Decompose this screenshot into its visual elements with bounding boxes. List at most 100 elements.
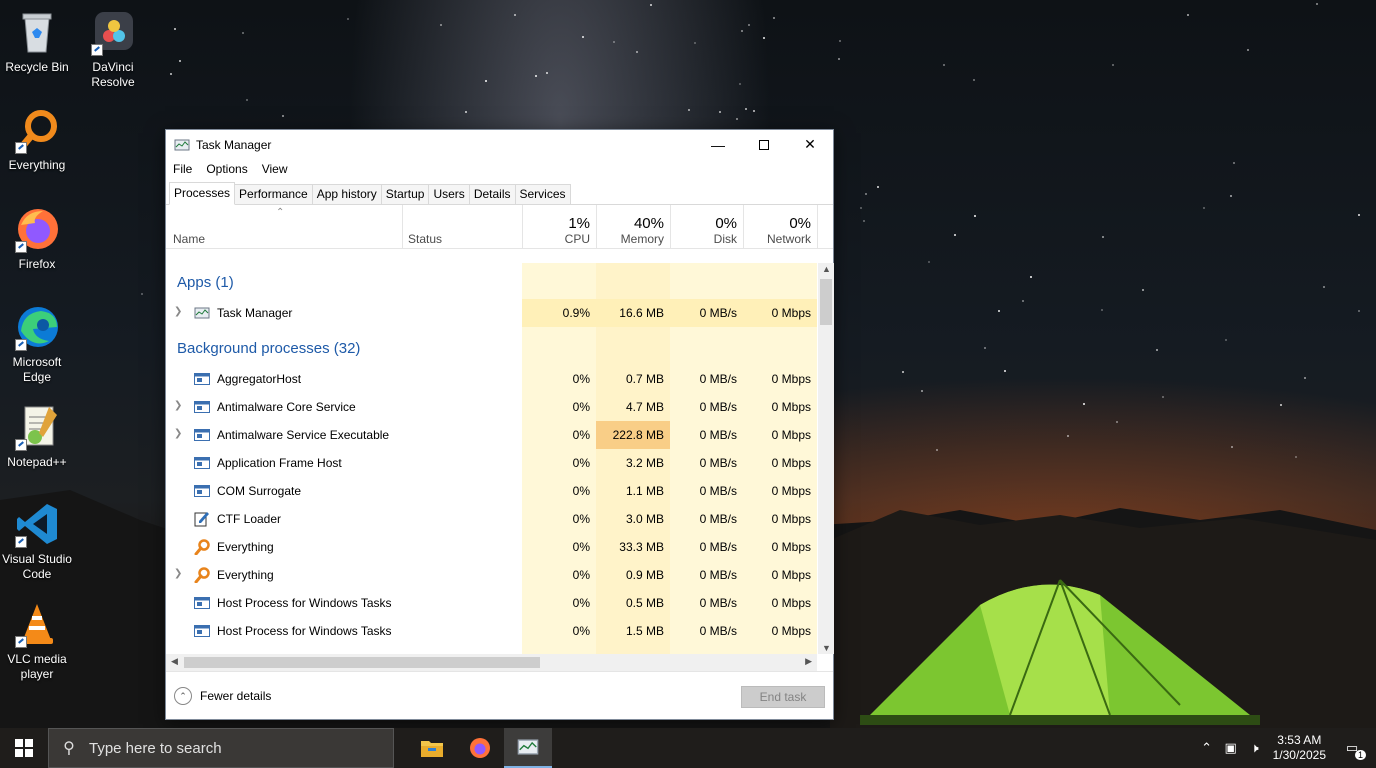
desktop-icon-notepad-plus-plus[interactable]: Notepad++ [0,403,74,470]
horizontal-scrollbar[interactable]: ◀ ▶ [166,654,817,671]
close-button[interactable]: ✕ [787,130,833,159]
process-row[interactable]: CTF Loader 0% 3.0 MB 0 MB/s 0 Mbps [166,505,817,533]
start-button[interactable] [0,728,48,768]
process-network-value: 0 Mbps [771,624,811,638]
tab-services[interactable]: Services [514,184,571,204]
tab-details[interactable]: Details [468,184,516,204]
process-row[interactable]: ❯ Antimalware Service Executable 0% 222.8 M… [166,421,817,449]
process-row[interactable]: Application Frame Host 0% 3.2 MB 0 MB/s 0 Mb… [166,449,817,477]
star-dot [860,207,863,210]
desktop-icon-label: Firefox [18,257,56,271]
taskbar-firefox[interactable] [456,728,504,768]
star-dot [1102,236,1105,239]
process-cpu-value: 0% [572,456,590,470]
search-placeholder: Type here to search [89,739,222,757]
star-dot [736,117,739,120]
process-row[interactable]: ❯ Task Manager 0.9% 16.6 MB 0 MB/s 0 Mbps [166,299,817,327]
ctf-icon [194,511,210,527]
process-row[interactable]: ❯ Everything 0% 0.9 MB 0 MB/s 0 Mbps [166,561,817,589]
maximize-icon [759,139,769,150]
network-icon[interactable]: ▣ [1219,740,1243,756]
column-divider[interactable] [817,205,818,249]
column-network[interactable]: Network [746,232,811,246]
star-dot [485,80,488,83]
column-memory[interactable]: Memory [600,232,664,246]
column-disk[interactable]: Disk [674,232,737,246]
column-cpu[interactable]: CPU [526,232,590,246]
desktop-icon-davinci-resolve[interactable]: DaVinci Resolve [76,8,150,90]
expand-chevron-icon[interactable]: ❯ [174,568,182,579]
menu-options[interactable]: Options [206,162,247,176]
desktop-icon-microsoft-edge[interactable]: Microsoft Edge [0,303,74,385]
process-row[interactable]: ❯ Antimalware Core Service 0% 4.7 MB 0 MB/s 0… [166,393,817,421]
group-background-header: Background processes (32) [177,340,361,357]
column-name[interactable]: Name [173,232,205,246]
process-row[interactable]: Host Process for Windows Tasks 0% 0.5 MB 0 … [166,589,817,617]
process-list: Apps (1) ❯ Task Manager 0.9% 16.6 MB 0 MB/s 0 … [166,263,817,654]
process-network-value: 0 Mbps [771,540,811,554]
expand-chevron-icon[interactable]: ❯ [174,428,182,439]
tab-startup[interactable]: Startup [380,184,430,204]
star-dot [753,110,756,113]
menu-view[interactable]: View [262,162,288,176]
column-divider[interactable] [743,205,744,249]
desktop-icon-label: Visual Studio Code [2,552,72,581]
process-cpu-value: 0% [572,540,590,554]
desktop-icon-firefox[interactable]: Firefox [0,205,74,272]
clock[interactable]: 3:53 AM 1/30/2025 [1273,733,1326,763]
process-row[interactable]: COM Surrogate 0% 1.1 MB 0 MB/s 0 Mbps [166,477,817,505]
notification-center-icon[interactable]: ▭ 1 [1340,740,1366,760]
scroll-right-icon[interactable]: ▶ [805,656,812,667]
volume-muted-icon[interactable]: 🕨 [1243,740,1267,756]
tab-app-history[interactable]: App history [311,184,382,204]
fewer-details-button[interactable]: ⌃ Fewer details [174,687,271,705]
process-name: Task Manager [217,306,293,320]
process-memory-value: 16.6 MB [619,306,664,320]
desktop-icon-recycle-bin[interactable]: Recycle Bin [0,8,74,75]
process-cpu-value: 0.9% [562,306,590,320]
desktop-icon-vlc[interactable]: VLC media player [0,600,74,682]
expand-chevron-icon[interactable]: ❯ [174,400,182,411]
desktop-icon-everything[interactable]: Everything [0,106,74,173]
horizontal-scroll-thumb[interactable] [184,657,540,668]
column-divider[interactable] [596,205,597,249]
scroll-down-icon[interactable]: ▼ [822,643,831,653]
everything-icon [194,567,210,584]
star-dot [636,51,639,54]
shortcut-arrow-icon [15,636,27,648]
minimize-icon: — [711,136,725,153]
maximize-button[interactable] [741,130,787,159]
vertical-scrollbar[interactable]: ▲ ▼ [818,263,834,654]
tab-users[interactable]: Users [428,184,470,204]
recycle-bin-icon [13,8,61,56]
column-divider[interactable] [402,205,403,249]
tab-processes[interactable]: Processes [169,182,236,205]
process-row[interactable]: Everything 0% 33.3 MB 0 MB/s 0 Mbps [166,533,817,561]
vertical-scroll-thumb[interactable] [820,279,832,325]
process-row[interactable]: Host Process for Windows Tasks 0% 1.5 MB 0 … [166,617,817,645]
chevron-up-icon: ⌃ [174,687,192,705]
title-bar[interactable]: Task Manager — ✕ [166,130,833,159]
process-row[interactable]: AggregatorHost 0% 0.7 MB 0 MB/s 0 Mbps [166,365,817,393]
scroll-left-icon[interactable]: ◀ [171,656,178,667]
taskbar-search-box[interactable]: ⚲ Type here to search [48,728,394,768]
tab-performance[interactable]: Performance [234,184,313,204]
task-manager-icon [194,305,210,321]
task-manager-window[interactable]: Task Manager — ✕ File Options View Proce… [165,129,834,720]
expand-chevron-icon[interactable]: ❯ [174,306,182,317]
column-divider[interactable] [522,205,523,249]
star-dot [739,82,742,85]
scroll-up-icon[interactable]: ▲ [822,264,831,274]
end-task-button[interactable]: End task [741,686,825,708]
minimize-button[interactable]: — [695,130,741,159]
column-status[interactable]: Status [408,232,442,246]
menu-file[interactable]: File [173,162,192,176]
taskbar-task-manager[interactable] [504,728,552,768]
taskbar-file-explorer[interactable] [408,728,456,768]
chevron-up-icon[interactable]: ⌃ [1195,740,1219,756]
column-divider[interactable] [670,205,671,249]
process-name: COM Surrogate [217,484,302,498]
process-disk-value: 0 MB/s [699,624,737,638]
clock-time: 3:53 AM [1277,733,1322,747]
desktop-icon-visual-studio-code[interactable]: Visual Studio Code [0,500,74,582]
